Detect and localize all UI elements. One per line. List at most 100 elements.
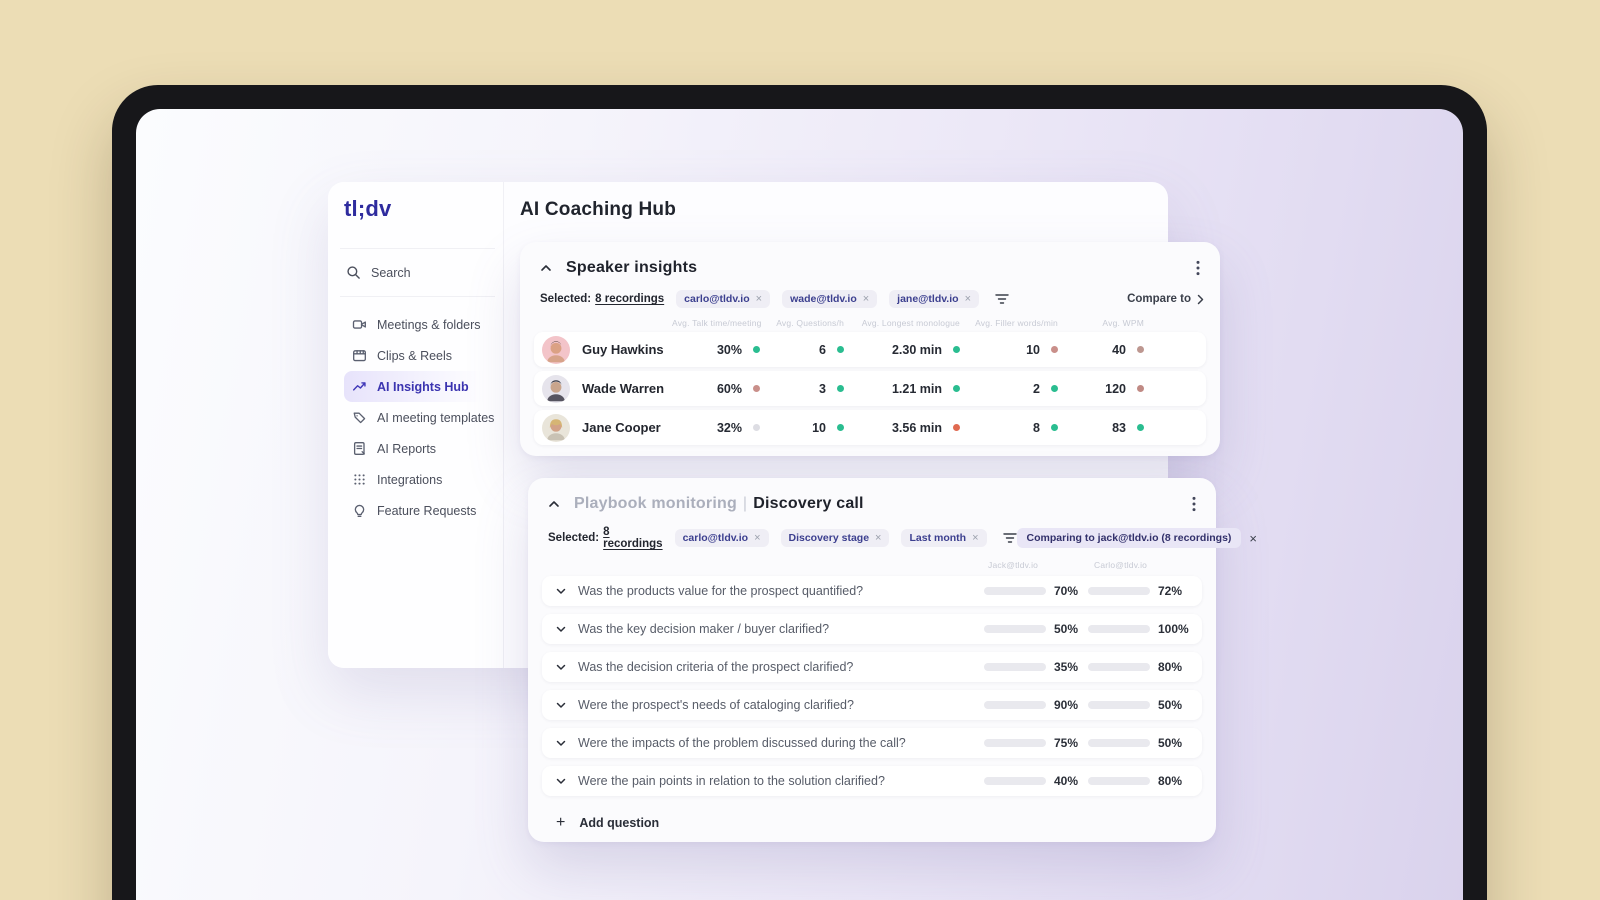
- video-camera-icon: [352, 317, 367, 332]
- chip-close-icon[interactable]: ×: [863, 293, 869, 305]
- chevron-down-icon[interactable]: [550, 588, 572, 595]
- score-bar-jack: 90%: [984, 698, 1088, 712]
- sidebar-item-ai-insights-hub[interactable]: AI Insights Hub: [344, 371, 491, 402]
- playbook-filter-row: Selected: 8 recordings carlo@tldv.io × D…: [528, 514, 1257, 550]
- sidebar-item-ai-meeting-templates[interactable]: AI meeting templates: [344, 402, 495, 433]
- status-dot: [1137, 385, 1144, 392]
- progress-track: [984, 663, 1046, 671]
- sidebar-item-feature-requests[interactable]: Feature Requests: [344, 495, 491, 526]
- speaker-table: Guy Hawkins 30% 6 2.30 min 10 40 Wade Wa…: [520, 332, 1220, 445]
- filter-chip-discovery-stage[interactable]: Discovery stage ×: [780, 529, 890, 547]
- cell-filler-words: 10: [960, 343, 1058, 357]
- chip-close-icon[interactable]: ×: [756, 293, 762, 305]
- cell-wpm: 120: [1058, 382, 1144, 396]
- question-text: Was the key decision maker / buyer clari…: [578, 622, 830, 636]
- status-dot: [1051, 346, 1058, 353]
- cell-monologue: 2.30 min: [844, 343, 960, 357]
- speaker-insights-title: Speaker insights: [566, 259, 698, 276]
- question-row[interactable]: Were the impacts of the problem discusse…: [542, 728, 1202, 758]
- cell-wpm: 83: [1058, 421, 1144, 435]
- avatar: [542, 374, 570, 403]
- sidebar-divider: [340, 296, 495, 297]
- status-dot: [1137, 424, 1144, 431]
- kebab-menu-icon[interactable]: [1192, 258, 1204, 278]
- chevron-down-icon[interactable]: [550, 626, 572, 633]
- chip-label: carlo@tldv.io: [684, 293, 750, 305]
- chip-close-icon[interactable]: ×: [972, 532, 978, 544]
- filter-lines-icon[interactable]: [995, 293, 1009, 305]
- score-percent: 80%: [1158, 774, 1183, 788]
- playbook-column-headers: Jack@tldv.io Carlo@tldv.io: [528, 550, 1216, 574]
- grid-dots-icon: [352, 472, 367, 487]
- kebab-menu-icon[interactable]: [1188, 494, 1200, 514]
- status-dot: [837, 346, 844, 353]
- chevron-down-icon[interactable]: [550, 664, 572, 671]
- table-row-guy-hawkins[interactable]: Guy Hawkins 30% 6 2.30 min 10 40: [534, 332, 1206, 367]
- add-question-label: Add question: [579, 816, 660, 830]
- cell-filler-words: 2: [960, 382, 1058, 396]
- score-percent: 50%: [1158, 736, 1183, 750]
- cell-monologue: 1.21 min: [844, 382, 960, 396]
- chip-label: Last month: [909, 532, 967, 544]
- comparing-close-icon[interactable]: ×: [1249, 531, 1257, 546]
- chevron-down-icon[interactable]: [550, 702, 572, 709]
- report-document-icon: [352, 441, 367, 456]
- filter-chip-carlo[interactable]: carlo@tldv.io ×: [674, 529, 769, 547]
- filter-chip-last-month[interactable]: Last month ×: [901, 529, 987, 547]
- question-text: Were the impacts of the problem discusse…: [578, 736, 906, 750]
- question-row[interactable]: Was the decision criteria of the prospec…: [542, 652, 1202, 682]
- add-question-button[interactable]: + Add question: [542, 808, 1202, 838]
- progress-track: [984, 587, 1046, 595]
- chip-close-icon[interactable]: ×: [965, 293, 971, 305]
- filter-chip-jane[interactable]: jane@tldv.io ×: [889, 290, 979, 308]
- chevron-down-icon[interactable]: [550, 778, 572, 785]
- progress-track: [1088, 663, 1150, 671]
- score-bar-carlo: 80%: [1088, 774, 1192, 788]
- filter-chip-wade[interactable]: wade@tldv.io ×: [782, 290, 878, 308]
- selected-label: Selected:: [540, 293, 592, 305]
- sidebar-item-label: AI meeting templates: [377, 410, 495, 425]
- table-row-jane-cooper[interactable]: Jane Cooper 32% 10 3.56 min 8 83: [534, 410, 1206, 445]
- sidebar-item-meetings-folders[interactable]: Meetings & folders: [344, 309, 491, 340]
- status-dot: [753, 424, 760, 431]
- chip-close-icon[interactable]: ×: [875, 532, 881, 544]
- question-text: Was the decision criteria of the prospec…: [578, 660, 854, 674]
- collapse-chevron-up-icon[interactable]: [540, 264, 552, 272]
- sidebar-item-integrations[interactable]: Integrations: [344, 464, 491, 495]
- sidebar-item-clips-reels[interactable]: Clips & Reels: [344, 340, 491, 371]
- score-bar-jack: 70%: [984, 584, 1088, 598]
- selected-recordings-link[interactable]: 8 recordings: [595, 293, 664, 305]
- sidebar-item-label: Clips & Reels: [377, 348, 453, 363]
- compare-to-button[interactable]: Compare to: [1127, 293, 1204, 305]
- collapse-chevron-up-icon[interactable]: [548, 500, 560, 508]
- question-text: Were the pain points in relation to the …: [578, 774, 885, 788]
- filter-lines-icon[interactable]: [1002, 532, 1017, 544]
- score-percent: 75%: [1054, 736, 1079, 750]
- score-percent: 50%: [1158, 698, 1183, 712]
- search-button[interactable]: Search: [344, 249, 491, 296]
- compare-to-label: Compare to: [1127, 293, 1191, 305]
- score-bar-carlo: 50%: [1088, 736, 1192, 750]
- cell-talk-time: 30%: [672, 343, 760, 357]
- question-row[interactable]: Were the prospect's needs of cataloging …: [542, 690, 1202, 720]
- person-name: Jane Cooper: [582, 420, 661, 435]
- selected-recordings-link[interactable]: 8 recordings: [603, 526, 662, 550]
- cell-questions: 3: [760, 382, 844, 396]
- question-row[interactable]: Was the products value for the prospect …: [542, 576, 1202, 606]
- score-bar-jack: 75%: [984, 736, 1088, 750]
- score-bar-jack: 35%: [984, 660, 1088, 674]
- sidebar-item-ai-reports[interactable]: AI Reports: [344, 433, 491, 464]
- sidebar: tl;dv Search Meetings & folders Clips & …: [328, 182, 504, 668]
- search-label: Search: [371, 265, 411, 280]
- filter-chip-carlo[interactable]: carlo@tldv.io ×: [676, 290, 771, 308]
- status-dot: [1137, 346, 1144, 353]
- question-row[interactable]: Was the key decision maker / buyer clari…: [542, 614, 1202, 644]
- title-pipe: |: [742, 495, 748, 512]
- chip-close-icon[interactable]: ×: [754, 532, 760, 544]
- sidebar-item-label: AI Insights Hub: [377, 379, 469, 394]
- chevron-down-icon[interactable]: [550, 740, 572, 747]
- progress-track: [1088, 701, 1150, 709]
- question-row[interactable]: Were the pain points in relation to the …: [542, 766, 1202, 796]
- table-row-wade-warren[interactable]: Wade Warren 60% 3 1.21 min 2 120: [534, 371, 1206, 406]
- status-dot: [1051, 424, 1058, 431]
